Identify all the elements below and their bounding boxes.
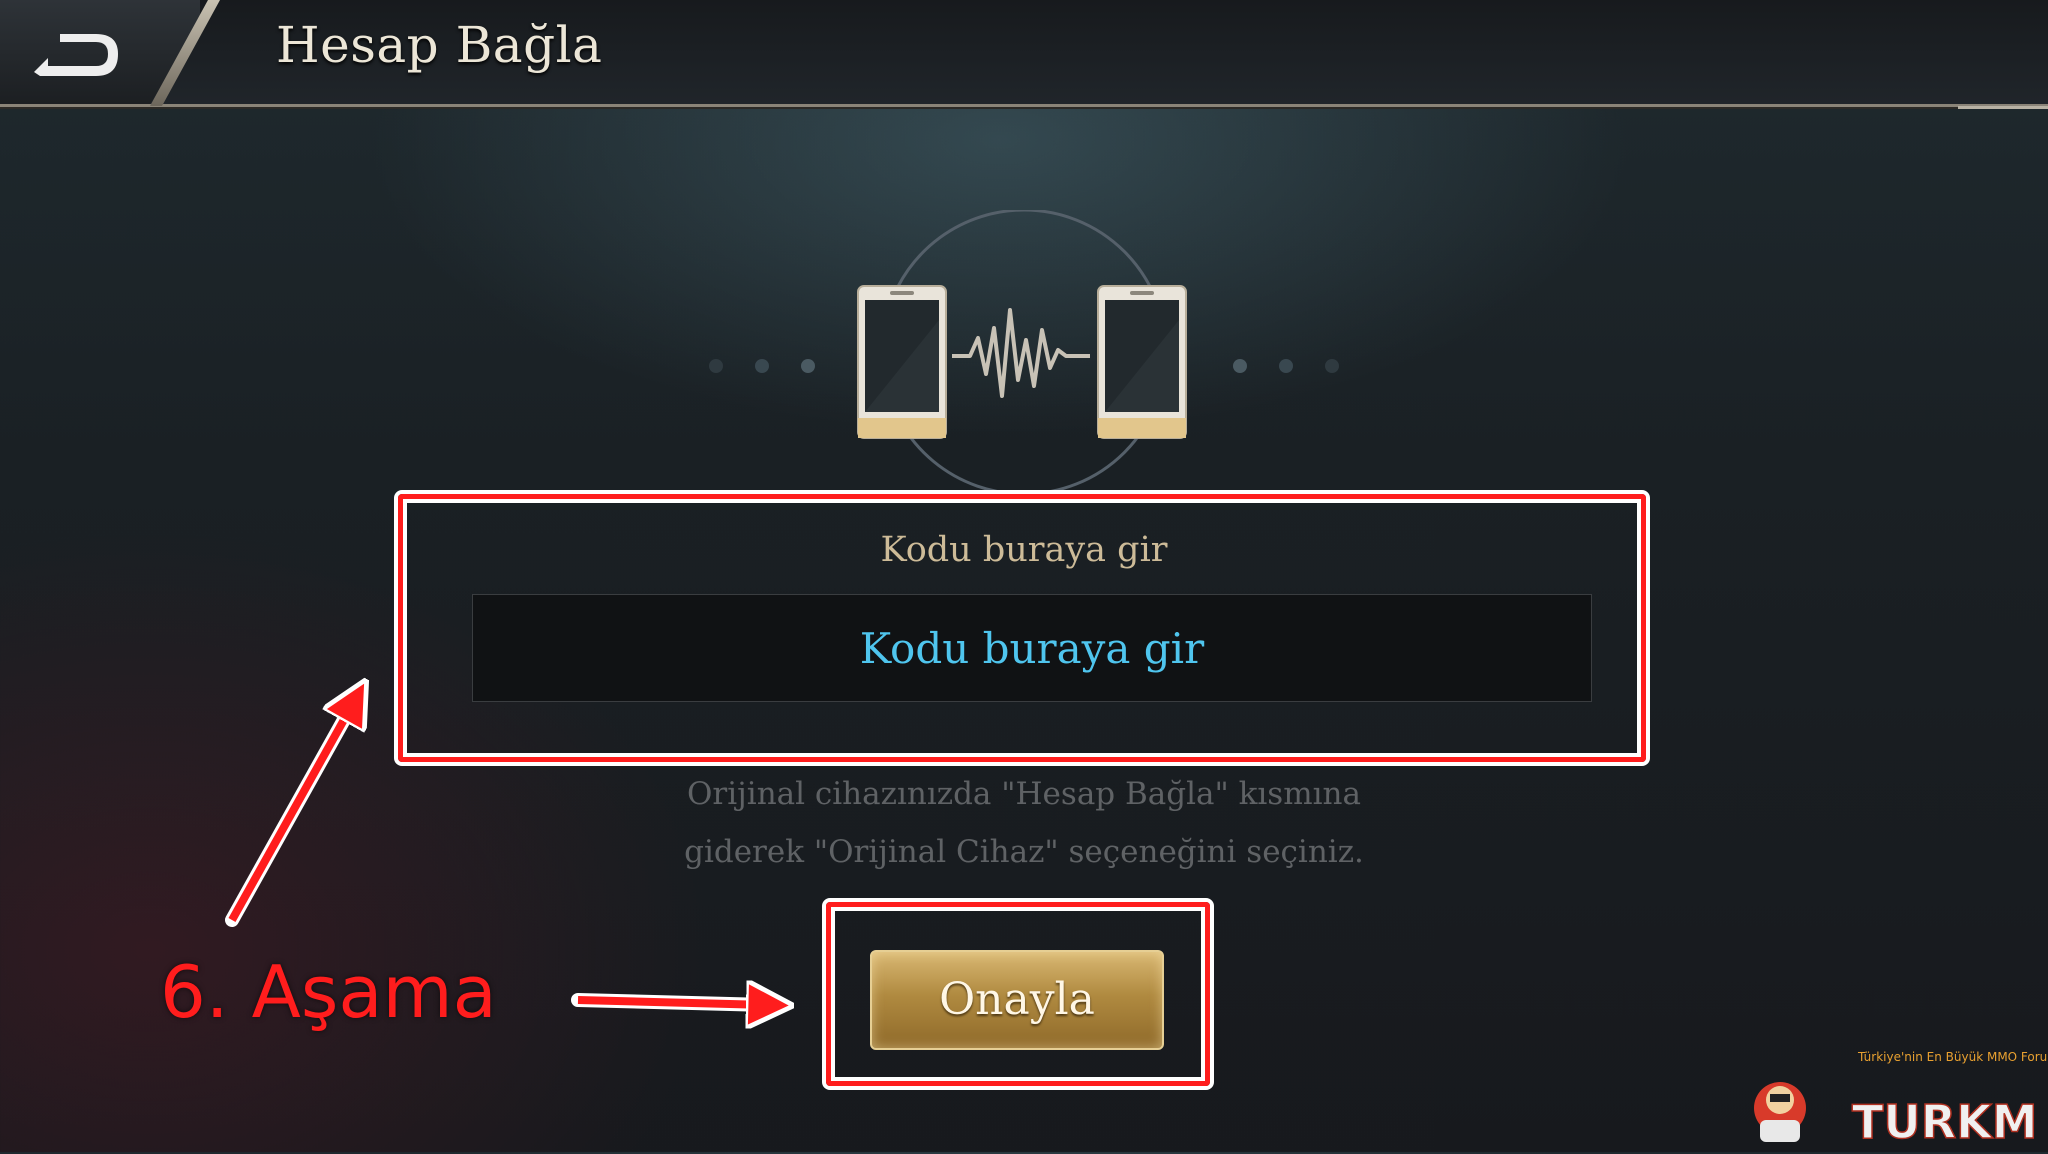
page-title: Hesap Bağla [276,16,603,74]
back-arrow-icon[interactable] [26,24,126,84]
device-link-illustration [709,210,1339,496]
instruction-line-1: Orijinal cihazınızda "Hesap Bağla" kısmı… [687,776,1361,812]
code-section-label: Kodu buraya gir [880,530,1168,570]
turkmmo-watermark: TURKMMO Türkiye'nin En Büyük MMO Forumu [1740,1050,2048,1150]
phone-icon [1097,285,1187,439]
header-corner-accent [1958,60,2048,109]
phone-icon [857,285,947,439]
turkmmo-logo: TURKMMO [1754,1082,2048,1150]
instruction-line-2: giderek "Orijinal Cihaz" seçeneğini seçi… [684,834,1364,870]
step-annotation-label: 6. Aşama [160,950,497,1034]
instruction-text: Orijinal cihazınızda "Hesap Bağla" kısmı… [0,765,2048,881]
svg-text:TURKMMO: TURKMMO [1852,1095,2040,1149]
confirm-button[interactable]: Onayla [870,950,1164,1050]
code-input[interactable] [472,594,1592,702]
watermark-tagline: Türkiye'nin En Büyük MMO Forumu [1858,1050,2048,1064]
arrow-to-confirm-button [571,1000,770,1005]
signal-wave-icon [952,308,1090,398]
